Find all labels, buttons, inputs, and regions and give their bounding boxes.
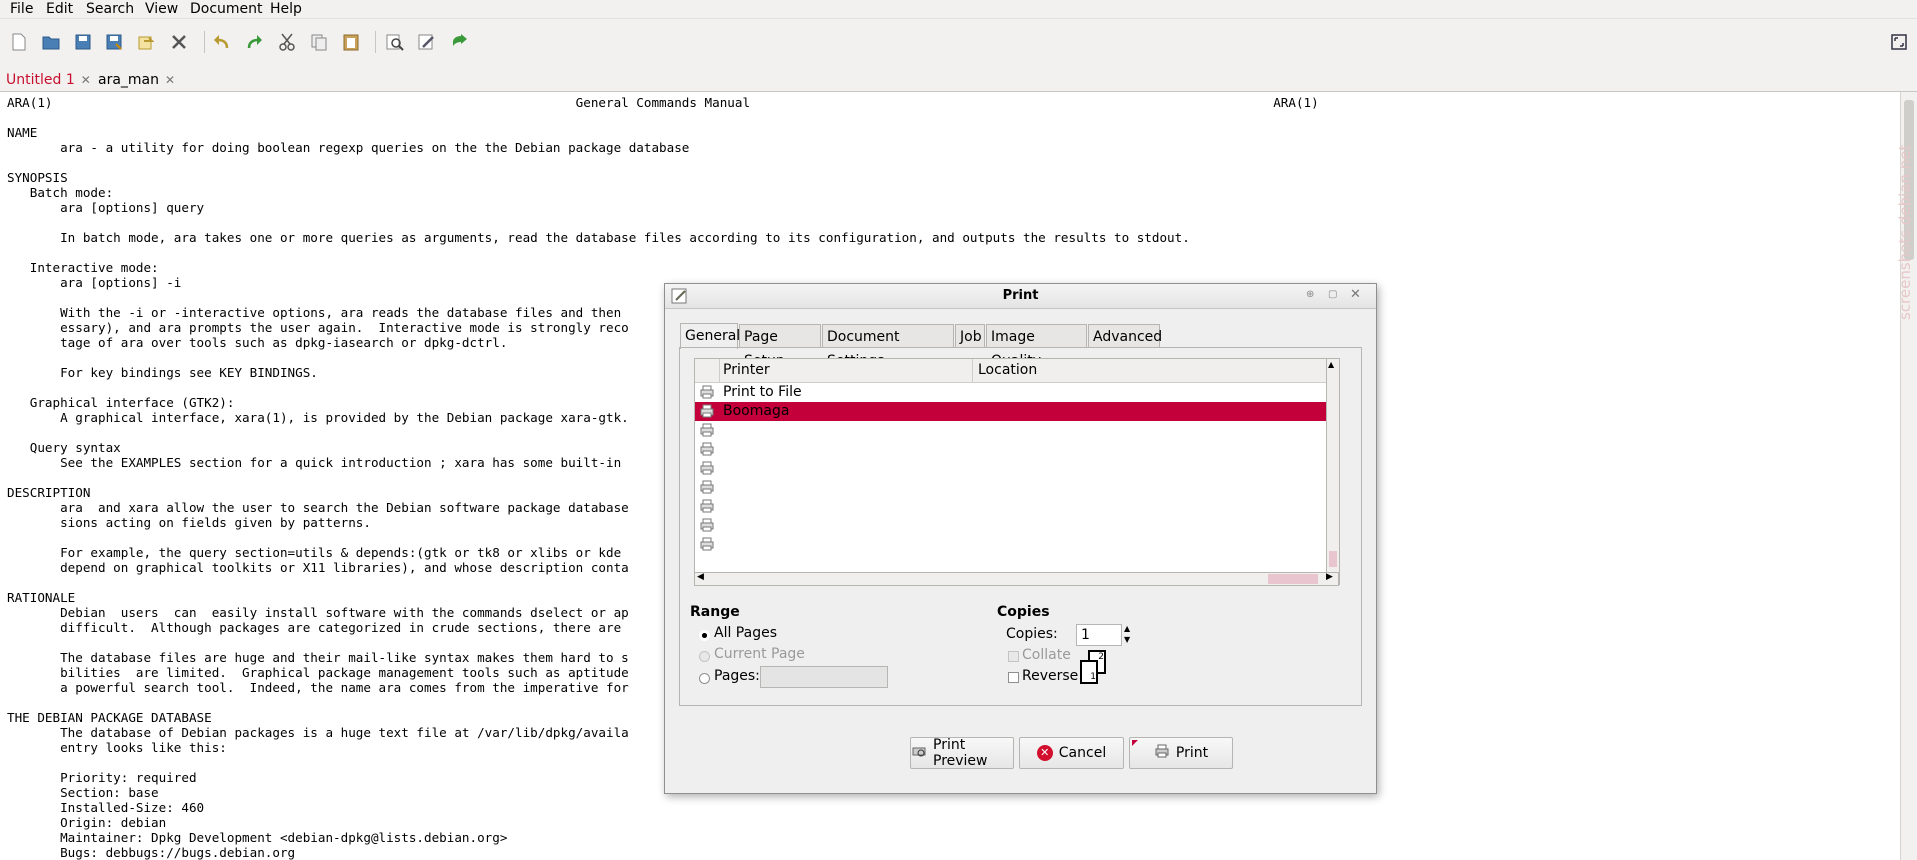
printer-icon [699,403,715,419]
cancel-icon: ✕ [1036,745,1053,761]
print-to-file-icon [699,384,715,400]
printer-row[interactable]: Boomaga [695,402,1335,421]
tab-label: ara_man [98,72,160,88]
collate-checkbox [1008,651,1019,662]
revert-icon[interactable] [135,31,157,53]
close-icon[interactable] [168,31,190,53]
tab-image-quality[interactable]: Image Quality [986,324,1087,369]
printer-name: Print to File [723,384,802,400]
menu-view[interactable]: View [145,1,178,17]
all-pages-label[interactable]: All Pages [714,625,777,641]
printer-icon [699,460,715,476]
menu-edit[interactable]: Edit [46,1,73,17]
printer-list[interactable]: Printer Location Print to File Boomaga [694,358,1339,585]
print-button[interactable]: Print [1129,737,1233,769]
collate-label: Collate [1022,647,1071,663]
fullscreen-icon[interactable] [1888,31,1910,53]
tab-close-icon[interactable]: ✕ [165,73,175,87]
new-file-icon[interactable] [8,31,30,53]
redo-icon[interactable] [243,31,265,53]
printer-row[interactable] [695,440,1335,459]
printer-list-hscroll[interactable]: ◀ ▶ [694,572,1339,586]
tab-ara-man[interactable]: ara_man ✕ [98,69,175,91]
printer-icon [699,536,715,552]
general-panel: Printer Location Print to File Boomaga ▲ … [679,347,1362,706]
toolbar [0,19,1917,69]
jump-icon[interactable] [449,31,471,53]
printer-row[interactable] [695,516,1335,535]
printer-icon [1154,743,1170,763]
copies-spin-icon[interactable]: ▲ ▼ [1124,623,1130,645]
printer-row[interactable] [695,459,1335,478]
pages-label[interactable]: Pages: [714,668,760,684]
range-heading: Range [690,604,740,620]
undo-icon[interactable] [211,31,233,53]
printer-row[interactable] [695,421,1335,440]
print-preview-label: Print Preview [933,737,988,769]
cut-icon[interactable] [276,31,298,53]
printer-name: Boomaga [723,403,790,419]
printer-icon [699,479,715,495]
reverse-checkbox[interactable] [1008,672,1019,683]
menu-file[interactable]: File [10,1,33,17]
current-page-label: Current Page [714,646,805,662]
save-as-icon[interactable] [103,31,125,53]
menubar: File Edit Search View Document Help [0,0,1917,19]
print-label: Print [1175,745,1209,761]
document-tabbar: Untitled 1 ✕ ara_man ✕ [0,64,1917,92]
copies-heading: Copies [997,604,1050,620]
printer-list-header: Printer Location [695,359,1338,383]
maximize-icon[interactable]: ▢ [1328,289,1337,300]
pages-input[interactable] [760,666,888,688]
preferences-icon[interactable] [416,31,438,53]
dialog-titlebar[interactable]: Print ⊕ ▢ ✕ [665,284,1376,309]
printer-row[interactable] [695,478,1335,497]
tab-document-settings[interactable]: Document Settings [822,324,954,369]
tab-general[interactable]: General [680,323,740,349]
cancel-button[interactable]: ✕ Cancel [1019,737,1124,769]
print-preview-icon [911,743,927,763]
print-dialog: Print ⊕ ▢ ✕ General Page Setup Document … [664,283,1377,794]
tab-page-setup[interactable]: Page Setup [739,324,821,369]
printer-icon [699,498,715,514]
print-preview-button[interactable]: Print Preview [910,737,1014,769]
watermark: screenshots.debian.net [1896,144,1914,320]
close-icon[interactable]: ✕ [1350,287,1361,302]
printer-icon [699,441,715,457]
tab-label: Untitled 1 [6,72,75,88]
copies-input[interactable]: 1 [1076,624,1122,646]
menu-search[interactable]: Search [86,1,134,17]
reverse-label[interactable]: Reverse [1022,668,1078,684]
printer-icon [699,517,715,533]
dialog-title: Print [1002,288,1039,303]
printer-row[interactable] [695,497,1335,516]
column-printer[interactable]: Printer [723,362,770,378]
tab-close-icon[interactable]: ✕ [81,73,91,87]
collate-diagram-icon: 2 1 [1078,650,1108,684]
printer-row[interactable] [695,535,1335,554]
pages-radio[interactable] [699,673,710,684]
menu-help[interactable]: Help [270,1,302,17]
cancel-label: Cancel [1058,745,1107,761]
find-icon[interactable] [384,31,406,53]
open-file-icon[interactable] [40,31,62,53]
menu-document[interactable]: Document [190,1,263,17]
column-location[interactable]: Location [978,362,1037,378]
copy-icon[interactable] [308,31,330,53]
printer-icon [699,422,715,438]
paste-icon[interactable] [340,31,362,53]
tab-untitled-1[interactable]: Untitled 1 ✕ [6,69,91,91]
printer-row[interactable]: Print to File [695,383,1335,402]
tab-advanced[interactable]: Advanced [1088,324,1162,348]
current-page-radio [699,651,710,662]
printer-list-vscroll[interactable]: ▲ ▼ [1326,358,1340,585]
save-icon[interactable] [72,31,94,53]
all-pages-radio[interactable] [699,630,710,641]
up-icon[interactable]: ⊕ [1306,289,1314,300]
copies-label: Copies: [1006,626,1058,642]
tab-job[interactable]: Job [955,324,985,348]
